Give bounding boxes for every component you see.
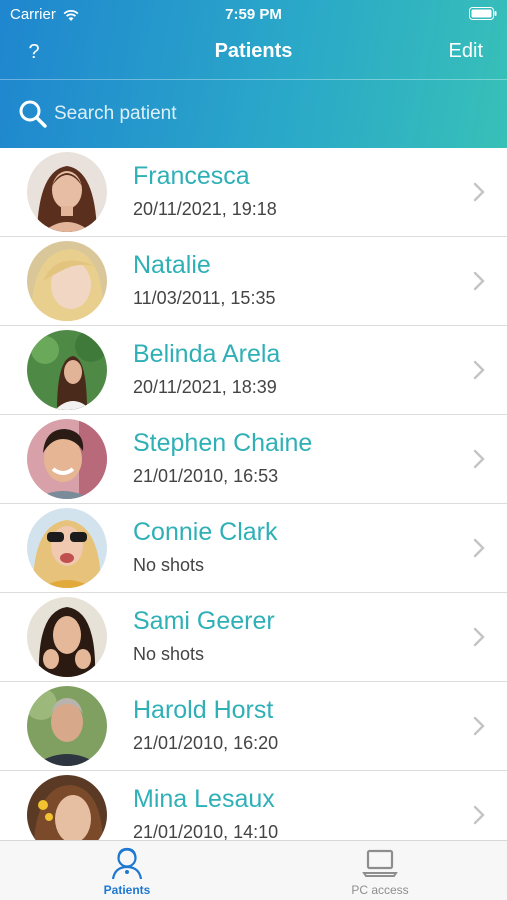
patient-row[interactable]: Belinda Arela 20/11/2021, 18:39 [0,326,507,415]
patient-row[interactable]: Connie Clark No shots [0,504,507,593]
patient-row[interactable]: Sami Geerer No shots [0,593,507,682]
avatar [27,775,107,840]
patient-last-shot: 21/01/2010, 16:20 [133,733,279,753]
patient-name: Francesca [133,162,250,190]
patient-row[interactable]: Francesca 20/11/2021, 19:18 [0,148,507,237]
patient-photo [27,330,107,410]
patient-name: Harold Horst [133,696,274,724]
status-time: 7:59 PM [225,6,282,23]
patient-photo [27,686,107,766]
patient-photo [27,508,107,588]
tab-pc-access[interactable]: PC access [320,841,440,900]
battery-icon [469,7,497,20]
chevron-right-icon [473,805,485,825]
tab-label: PC access [351,883,409,897]
avatar [27,686,107,766]
patient-row[interactable]: Stephen Chaine 21/01/2010, 16:53 [0,415,507,504]
patient-last-shot: No shots [133,644,205,664]
patient-last-shot: 11/03/2011, 15:35 [133,288,276,308]
patient-photo [27,419,107,499]
patients-app: Carrier 7:59 PM ? Patients Edit Search p… [0,0,507,900]
chevron-right-icon [473,449,485,469]
patient-name: Belinda Arela [133,340,281,368]
patient-name: Connie Clark [133,518,278,546]
patient-last-shot: No shots [133,555,205,575]
patient-last-shot: 21/01/2010, 14:10 [133,822,279,840]
patient-row[interactable]: Harold Horst 21/01/2010, 16:20 [0,682,507,771]
chevron-right-icon [473,271,485,291]
patient-photo [27,597,107,677]
laptop-icon [362,849,398,877]
patient-name: Mina Lesaux [133,785,275,813]
avatar [27,508,107,588]
patient-row[interactable]: Mina Lesaux 21/01/2010, 14:10 [0,771,507,840]
tab-bar: Patients PC access [0,840,507,900]
edit-button[interactable]: Edit [449,40,483,63]
patient-icon [111,847,143,880]
status-bar: Carrier 7:59 PM [0,0,507,28]
patient-name: Sami Geerer [133,607,275,635]
chevron-right-icon [473,627,485,647]
tab-label: Patients [103,883,151,897]
patient-last-shot: 20/11/2021, 19:18 [133,199,277,219]
avatar [27,152,107,232]
patient-photo [27,241,107,321]
patient-last-shot: 21/01/2010, 16:53 [133,466,279,486]
chevron-right-icon [473,538,485,558]
patient-row[interactable]: Natalie 11/03/2011, 15:35 [0,237,507,326]
header: Carrier 7:59 PM ? Patients Edit [0,0,507,148]
search-input[interactable] [54,103,454,125]
search-icon [19,100,47,128]
page-title: Patients [214,40,293,62]
chevron-right-icon [473,716,485,736]
patient-name: Natalie [133,251,211,279]
tab-patients[interactable]: Patients [67,841,187,900]
patient-last-shot: 20/11/2021, 18:39 [133,377,277,397]
patient-list: Francesca 20/11/2021, 19:18 Natalie 11/0… [0,148,507,840]
avatar [27,241,107,321]
patient-photo [27,152,107,232]
patient-photo [27,775,107,840]
nav-bar: ? Patients Edit [0,28,507,78]
chevron-right-icon [473,360,485,380]
avatar [27,419,107,499]
chevron-right-icon [473,182,485,202]
avatar [27,330,107,410]
avatar [27,597,107,677]
patient-name: Stephen Chaine [133,429,313,457]
search-bar[interactable] [0,80,507,148]
